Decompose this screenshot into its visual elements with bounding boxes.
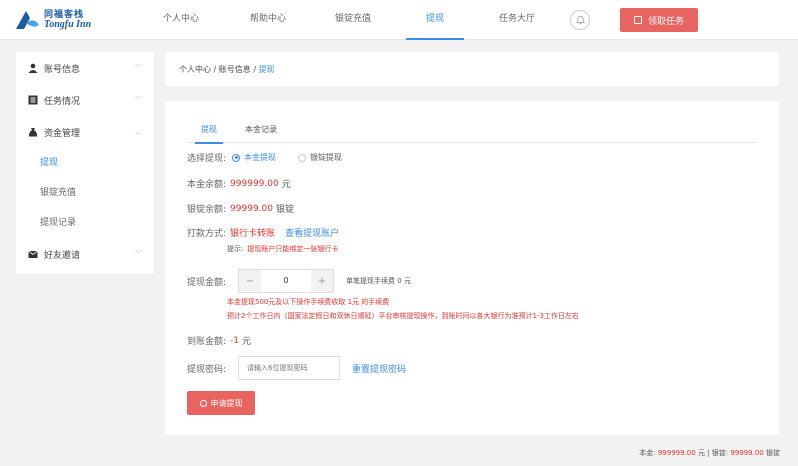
user-icon bbox=[28, 63, 38, 73]
sidebar-item-silver-recharge[interactable]: 银锭充值 bbox=[16, 178, 154, 208]
logo-text-en: Tongfu Inn bbox=[44, 19, 92, 30]
nav-withdraw[interactable]: 提现 bbox=[406, 0, 464, 40]
sidebar-group-label: 任务情况 bbox=[44, 96, 81, 107]
footer-silver-unit: 银锭 bbox=[766, 449, 780, 457]
radio-principal[interactable] bbox=[232, 153, 241, 162]
amount-label: 提现金额: bbox=[187, 277, 227, 288]
radio-silver[interactable] bbox=[298, 153, 307, 162]
sidebar-group-label: 账号信息 bbox=[44, 64, 81, 75]
reset-password-link[interactable]: 重置提现密码 bbox=[352, 362, 406, 375]
top-navbar: 同福客栈 Tongfu Inn 个人中心 帮助中心 银锭充值 提现 任务大厅 领… bbox=[0, 0, 798, 40]
bell-icon[interactable] bbox=[570, 10, 590, 30]
silver-balance-unit: 银锭 bbox=[276, 205, 295, 215]
money-bag-icon bbox=[28, 128, 38, 137]
principal-balance-label: 本金余额: bbox=[187, 180, 227, 190]
nav-personal-center[interactable]: 个人中心 bbox=[150, 0, 212, 40]
withdraw-type-label: 选择提现: bbox=[187, 154, 227, 164]
apply-withdraw-button[interactable]: 申请提现 bbox=[187, 391, 255, 415]
arrival-amount-label: 到账金额: bbox=[187, 337, 227, 347]
sidebar-group-account[interactable]: 账号信息 ﹀ bbox=[16, 52, 154, 84]
arrival-note-row: 预计2个工作日内（国家法定假日和双休日顺延）平台审核提现操作，到账时间以各大银行… bbox=[227, 311, 579, 321]
principal-balance-unit: 元 bbox=[281, 180, 291, 190]
amount-row: 提现金额: − 0 + 单笔提现手续费 0 元 bbox=[187, 269, 411, 293]
decrement-button[interactable]: − bbox=[239, 270, 262, 292]
sidebar-item-withdraw-records[interactable]: 提现记录 bbox=[16, 208, 154, 238]
sidebar-group-tasks[interactable]: 任务情况 ﹀ bbox=[16, 84, 154, 116]
nav-task-hall[interactable]: 任务大厅 bbox=[484, 0, 550, 40]
claim-task-button[interactable]: 领取任务 bbox=[620, 8, 698, 32]
password-input[interactable] bbox=[238, 356, 341, 380]
footer-silver-label: 银锭: bbox=[711, 449, 729, 457]
tab-bar: 提现 本金记录 bbox=[187, 121, 757, 144]
tab-withdraw[interactable]: 提现 bbox=[187, 121, 231, 144]
chevron-up-icon: ︿ bbox=[135, 128, 142, 136]
logo-icon bbox=[16, 11, 39, 29]
fee-note-row: 本金提现500元及以下操作手续费收取 1元 的手续费 bbox=[227, 297, 389, 307]
list-icon bbox=[28, 95, 38, 105]
silver-balance-value: 99999.00 bbox=[230, 203, 273, 214]
apply-withdraw-label: 申请提现 bbox=[210, 398, 243, 408]
view-account-link[interactable]: 查看提现账户 bbox=[285, 226, 339, 239]
withdraw-panel: 提现 本金记录 选择提现: 本金提现 银锭提现 本金余额: 999999.00 … bbox=[165, 101, 779, 435]
password-label: 提现密码: bbox=[187, 364, 227, 375]
principal-balance-value: 999999.00 bbox=[230, 178, 279, 189]
footer-silver-value: 99999.00 bbox=[730, 449, 764, 457]
sidebar-item-withdraw[interactable]: 提现 bbox=[16, 148, 154, 178]
sidebar-group-funds[interactable]: 资金管理 ︿ bbox=[16, 116, 154, 148]
arrival-amount-row: 到账金额: -1 元 bbox=[187, 334, 252, 348]
nav-help-center[interactable]: 帮助中心 bbox=[226, 0, 310, 40]
principal-balance-row: 本金余额: 999999.00 元 bbox=[187, 177, 291, 191]
increment-button[interactable]: + bbox=[311, 270, 334, 292]
arrival-note: 预计2个工作日内（国家法定假日和双休日顺延）平台审核提现操作，到账时间以各大银行… bbox=[227, 312, 579, 320]
option-principal-label[interactable]: 本金提现 bbox=[244, 152, 276, 163]
sidebar-group-label: 好友邀请 bbox=[44, 250, 81, 261]
footer-principal-unit: 元 | bbox=[697, 449, 710, 457]
chevron-down-icon: ﹀ bbox=[135, 96, 142, 104]
arrival-amount-unit: 元 bbox=[242, 337, 252, 347]
footer-principal-label: 本金: bbox=[639, 449, 656, 457]
friends-icon bbox=[28, 250, 38, 258]
payment-method-row: 打款方式: 银行卡转账 查看提现账户 bbox=[187, 226, 339, 239]
tip-text: 提现账户只能绑定一张银行卡 bbox=[247, 245, 339, 253]
silver-balance-label: 银锭余额: bbox=[187, 205, 227, 215]
footer-balance: 本金: 999999.00 元 | 银锭: 99999.00 银锭 bbox=[639, 448, 780, 458]
chevron-down-icon: ﹀ bbox=[135, 64, 142, 72]
sidebar: 账号信息 ﹀ 任务情况 ﹀ 资金管理 ︿ 提现 银锭充值 提现记录 好友邀请 ﹀ bbox=[16, 52, 154, 274]
claim-task-label: 领取任务 bbox=[647, 16, 684, 27]
calendar-icon bbox=[633, 16, 642, 24]
amount-value[interactable]: 0 bbox=[261, 270, 312, 292]
payment-method-label: 打款方式: bbox=[187, 229, 227, 239]
withdraw-type-row: 选择提现: 本金提现 银锭提现 bbox=[187, 151, 342, 164]
logo[interactable]: 同福客栈 Tongfu Inn bbox=[14, 6, 91, 34]
option-silver-label[interactable]: 银锭提现 bbox=[310, 152, 342, 163]
payment-method-value: 银行卡转账 bbox=[230, 229, 276, 239]
tip-label: 提示: bbox=[227, 245, 244, 253]
sidebar-group-label: 资金管理 bbox=[44, 128, 81, 139]
amount-stepper[interactable]: − 0 + bbox=[238, 269, 335, 293]
single-fee-text: 单笔提现手续费 0 元 bbox=[346, 277, 411, 285]
silver-balance-row: 银锭余额: 99999.00 银锭 bbox=[187, 202, 295, 216]
sidebar-group-friends[interactable]: 好友邀请 ﹀ bbox=[16, 238, 154, 270]
tab-principal-records[interactable]: 本金记录 bbox=[231, 121, 291, 143]
breadcrumb-path[interactable]: 个人中心 / 账号信息 / bbox=[179, 65, 259, 74]
footer-principal-value: 999999.00 bbox=[657, 449, 696, 457]
breadcrumb-current: 提现 bbox=[258, 65, 275, 74]
nav-silver-recharge[interactable]: 银锭充值 bbox=[320, 0, 386, 40]
chevron-down-icon: ﹀ bbox=[135, 250, 142, 258]
circle-check-icon bbox=[199, 399, 207, 407]
breadcrumb: 个人中心 / 账号信息 / 提现 bbox=[165, 52, 779, 86]
password-row: 提现密码: 重置提现密码 bbox=[187, 356, 406, 380]
fee-note: 本金提现500元及以下操作手续费收取 1元 的手续费 bbox=[227, 298, 390, 306]
payment-tip-row: 提示: 提现账户只能绑定一张银行卡 bbox=[227, 244, 338, 254]
main-nav: 个人中心 帮助中心 银锭充值 提现 任务大厅 bbox=[150, 0, 550, 40]
arrival-amount-value: -1 bbox=[230, 335, 240, 346]
